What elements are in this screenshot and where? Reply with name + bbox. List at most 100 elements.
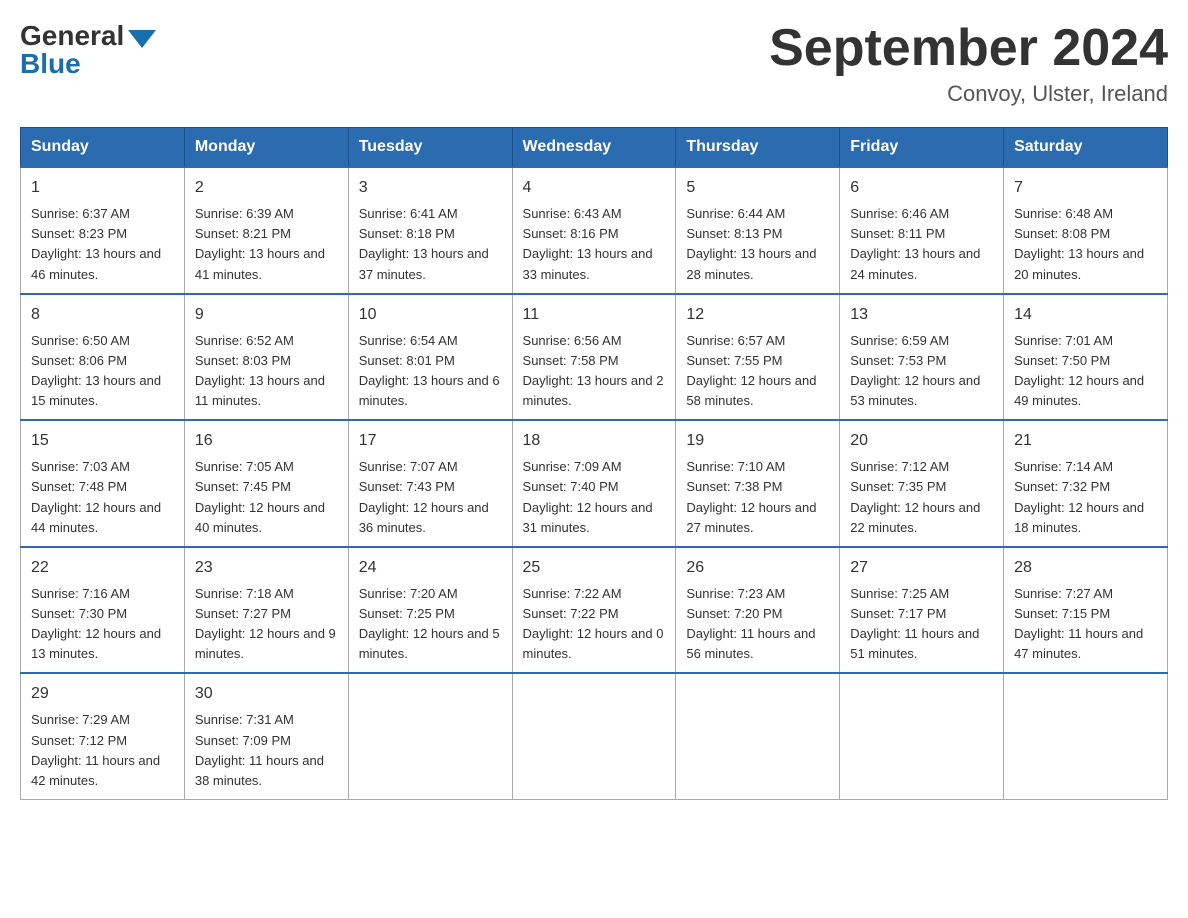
day-number: 16 xyxy=(195,429,338,453)
day-number: 12 xyxy=(686,303,829,327)
day-number: 11 xyxy=(523,303,666,327)
day-number: 10 xyxy=(359,303,502,327)
calendar-header-tuesday: Tuesday xyxy=(348,128,512,168)
calendar-header-thursday: Thursday xyxy=(676,128,840,168)
day-number: 24 xyxy=(359,556,502,580)
day-number: 22 xyxy=(31,556,174,580)
day-info: Sunrise: 6:41 AMSunset: 8:18 PMDaylight:… xyxy=(359,206,489,281)
day-number: 19 xyxy=(686,429,829,453)
day-number: 7 xyxy=(1014,176,1157,200)
day-number: 18 xyxy=(523,429,666,453)
calendar-cell: 23 Sunrise: 7:18 AMSunset: 7:27 PMDaylig… xyxy=(184,547,348,674)
day-number: 25 xyxy=(523,556,666,580)
calendar-cell: 6 Sunrise: 6:46 AMSunset: 8:11 PMDayligh… xyxy=(840,167,1004,294)
page-header: General Blue September 2024 Convoy, Ulst… xyxy=(20,20,1168,107)
calendar-header-monday: Monday xyxy=(184,128,348,168)
day-info: Sunrise: 7:07 AMSunset: 7:43 PMDaylight:… xyxy=(359,459,489,534)
day-number: 28 xyxy=(1014,556,1157,580)
calendar-cell: 9 Sunrise: 6:52 AMSunset: 8:03 PMDayligh… xyxy=(184,294,348,421)
month-title: September 2024 xyxy=(769,20,1168,77)
calendar-cell: 20 Sunrise: 7:12 AMSunset: 7:35 PMDaylig… xyxy=(840,420,1004,547)
calendar-cell: 7 Sunrise: 6:48 AMSunset: 8:08 PMDayligh… xyxy=(1004,167,1168,294)
day-number: 3 xyxy=(359,176,502,200)
calendar-cell: 1 Sunrise: 6:37 AMSunset: 8:23 PMDayligh… xyxy=(21,167,185,294)
day-info: Sunrise: 7:31 AMSunset: 7:09 PMDaylight:… xyxy=(195,712,324,787)
day-info: Sunrise: 7:12 AMSunset: 7:35 PMDaylight:… xyxy=(850,459,980,534)
day-info: Sunrise: 7:22 AMSunset: 7:22 PMDaylight:… xyxy=(523,586,664,661)
calendar-cell: 29 Sunrise: 7:29 AMSunset: 7:12 PMDaylig… xyxy=(21,673,185,799)
day-info: Sunrise: 7:27 AMSunset: 7:15 PMDaylight:… xyxy=(1014,586,1143,661)
calendar-cell: 21 Sunrise: 7:14 AMSunset: 7:32 PMDaylig… xyxy=(1004,420,1168,547)
day-info: Sunrise: 7:25 AMSunset: 7:17 PMDaylight:… xyxy=(850,586,979,661)
calendar-header-wednesday: Wednesday xyxy=(512,128,676,168)
calendar-cell: 14 Sunrise: 7:01 AMSunset: 7:50 PMDaylig… xyxy=(1004,294,1168,421)
day-number: 1 xyxy=(31,176,174,200)
calendar-cell: 12 Sunrise: 6:57 AMSunset: 7:55 PMDaylig… xyxy=(676,294,840,421)
day-info: Sunrise: 7:20 AMSunset: 7:25 PMDaylight:… xyxy=(359,586,500,661)
day-number: 15 xyxy=(31,429,174,453)
calendar-cell xyxy=(840,673,1004,799)
calendar-cell: 18 Sunrise: 7:09 AMSunset: 7:40 PMDaylig… xyxy=(512,420,676,547)
logo: General Blue xyxy=(20,20,156,80)
day-number: 29 xyxy=(31,682,174,706)
day-info: Sunrise: 6:37 AMSunset: 8:23 PMDaylight:… xyxy=(31,206,161,281)
day-number: 27 xyxy=(850,556,993,580)
calendar-cell: 4 Sunrise: 6:43 AMSunset: 8:16 PMDayligh… xyxy=(512,167,676,294)
calendar-week-3: 15 Sunrise: 7:03 AMSunset: 7:48 PMDaylig… xyxy=(21,420,1168,547)
day-info: Sunrise: 6:43 AMSunset: 8:16 PMDaylight:… xyxy=(523,206,653,281)
day-number: 2 xyxy=(195,176,338,200)
day-info: Sunrise: 6:46 AMSunset: 8:11 PMDaylight:… xyxy=(850,206,980,281)
day-number: 21 xyxy=(1014,429,1157,453)
day-info: Sunrise: 7:10 AMSunset: 7:38 PMDaylight:… xyxy=(686,459,816,534)
calendar-cell: 3 Sunrise: 6:41 AMSunset: 8:18 PMDayligh… xyxy=(348,167,512,294)
day-info: Sunrise: 7:29 AMSunset: 7:12 PMDaylight:… xyxy=(31,712,160,787)
calendar-cell: 10 Sunrise: 6:54 AMSunset: 8:01 PMDaylig… xyxy=(348,294,512,421)
day-number: 6 xyxy=(850,176,993,200)
location: Convoy, Ulster, Ireland xyxy=(769,81,1168,107)
calendar-cell xyxy=(348,673,512,799)
calendar-header-saturday: Saturday xyxy=(1004,128,1168,168)
calendar-week-5: 29 Sunrise: 7:29 AMSunset: 7:12 PMDaylig… xyxy=(21,673,1168,799)
calendar-cell: 2 Sunrise: 6:39 AMSunset: 8:21 PMDayligh… xyxy=(184,167,348,294)
logo-blue: Blue xyxy=(20,48,81,80)
calendar-cell: 26 Sunrise: 7:23 AMSunset: 7:20 PMDaylig… xyxy=(676,547,840,674)
day-number: 23 xyxy=(195,556,338,580)
day-info: Sunrise: 6:50 AMSunset: 8:06 PMDaylight:… xyxy=(31,333,161,408)
day-info: Sunrise: 6:44 AMSunset: 8:13 PMDaylight:… xyxy=(686,206,816,281)
day-number: 9 xyxy=(195,303,338,327)
day-info: Sunrise: 7:14 AMSunset: 7:32 PMDaylight:… xyxy=(1014,459,1144,534)
calendar-cell: 25 Sunrise: 7:22 AMSunset: 7:22 PMDaylig… xyxy=(512,547,676,674)
calendar-table: SundayMondayTuesdayWednesdayThursdayFrid… xyxy=(20,127,1168,800)
day-number: 17 xyxy=(359,429,502,453)
day-number: 5 xyxy=(686,176,829,200)
calendar-cell: 11 Sunrise: 6:56 AMSunset: 7:58 PMDaylig… xyxy=(512,294,676,421)
day-info: Sunrise: 7:03 AMSunset: 7:48 PMDaylight:… xyxy=(31,459,161,534)
calendar-cell: 27 Sunrise: 7:25 AMSunset: 7:17 PMDaylig… xyxy=(840,547,1004,674)
day-info: Sunrise: 6:59 AMSunset: 7:53 PMDaylight:… xyxy=(850,333,980,408)
calendar-cell: 8 Sunrise: 6:50 AMSunset: 8:06 PMDayligh… xyxy=(21,294,185,421)
day-info: Sunrise: 6:48 AMSunset: 8:08 PMDaylight:… xyxy=(1014,206,1144,281)
day-number: 14 xyxy=(1014,303,1157,327)
calendar-header-row: SundayMondayTuesdayWednesdayThursdayFrid… xyxy=(21,128,1168,168)
day-info: Sunrise: 7:01 AMSunset: 7:50 PMDaylight:… xyxy=(1014,333,1144,408)
calendar-cell xyxy=(676,673,840,799)
day-number: 8 xyxy=(31,303,174,327)
calendar-cell: 17 Sunrise: 7:07 AMSunset: 7:43 PMDaylig… xyxy=(348,420,512,547)
day-number: 26 xyxy=(686,556,829,580)
calendar-cell xyxy=(1004,673,1168,799)
calendar-cell: 30 Sunrise: 7:31 AMSunset: 7:09 PMDaylig… xyxy=(184,673,348,799)
calendar-week-4: 22 Sunrise: 7:16 AMSunset: 7:30 PMDaylig… xyxy=(21,547,1168,674)
day-number: 4 xyxy=(523,176,666,200)
day-info: Sunrise: 7:18 AMSunset: 7:27 PMDaylight:… xyxy=(195,586,336,661)
calendar-cell: 13 Sunrise: 6:59 AMSunset: 7:53 PMDaylig… xyxy=(840,294,1004,421)
calendar-cell: 15 Sunrise: 7:03 AMSunset: 7:48 PMDaylig… xyxy=(21,420,185,547)
calendar-cell: 24 Sunrise: 7:20 AMSunset: 7:25 PMDaylig… xyxy=(348,547,512,674)
calendar-week-2: 8 Sunrise: 6:50 AMSunset: 8:06 PMDayligh… xyxy=(21,294,1168,421)
calendar-week-1: 1 Sunrise: 6:37 AMSunset: 8:23 PMDayligh… xyxy=(21,167,1168,294)
calendar-cell: 5 Sunrise: 6:44 AMSunset: 8:13 PMDayligh… xyxy=(676,167,840,294)
calendar-cell: 16 Sunrise: 7:05 AMSunset: 7:45 PMDaylig… xyxy=(184,420,348,547)
calendar-cell: 22 Sunrise: 7:16 AMSunset: 7:30 PMDaylig… xyxy=(21,547,185,674)
day-info: Sunrise: 6:56 AMSunset: 7:58 PMDaylight:… xyxy=(523,333,664,408)
day-info: Sunrise: 6:57 AMSunset: 7:55 PMDaylight:… xyxy=(686,333,816,408)
day-info: Sunrise: 7:16 AMSunset: 7:30 PMDaylight:… xyxy=(31,586,161,661)
